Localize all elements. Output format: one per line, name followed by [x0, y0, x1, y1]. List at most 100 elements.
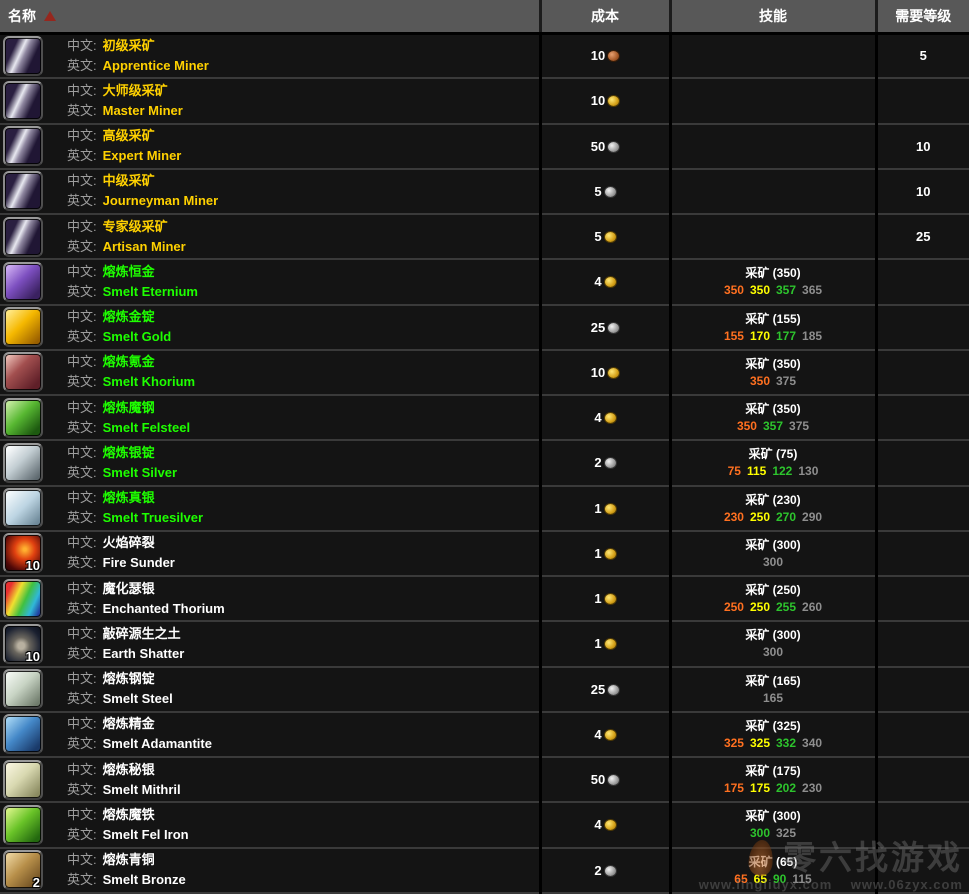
spell-name-en[interactable]: Earth Shatter	[103, 646, 185, 661]
spell-name-cn[interactable]: 高级采矿	[103, 128, 155, 143]
spell-name-cn[interactable]: 熔炼青铜	[103, 852, 155, 867]
cost-amount: 1	[594, 636, 601, 651]
mining-pickaxe-icon[interactable]	[3, 36, 43, 76]
mining-pickaxe-icon[interactable]	[3, 171, 43, 211]
column-header-required-level[interactable]: 需要等级	[876, 0, 969, 33]
en-label: 英文:	[67, 601, 97, 616]
skill-requirement: 采矿 (300)	[672, 627, 875, 643]
cost-cell: 10	[540, 33, 670, 78]
earth-shatter-icon[interactable]: 10	[3, 624, 43, 664]
spell-name-en[interactable]: Smelt Gold	[103, 329, 172, 344]
eternium-bar-icon[interactable]	[3, 262, 43, 302]
skill-up-values: 300325	[672, 825, 875, 841]
steel-bar-icon[interactable]	[3, 669, 43, 709]
mithril-bar-icon[interactable]	[3, 760, 43, 800]
skill-up-values: 165	[672, 690, 875, 706]
spell-name-en[interactable]: Enchanted Thorium	[103, 601, 225, 616]
spell-name-en[interactable]: Fire Sunder	[103, 555, 175, 570]
name-line-en: 英文: Enchanted Thorium	[67, 599, 225, 619]
spell-name-cn[interactable]: 中级采矿	[103, 173, 155, 188]
en-label: 英文:	[67, 736, 97, 751]
skill-value: 375	[776, 374, 796, 388]
skill-requirement: 采矿 (325)	[672, 718, 875, 734]
skill-up-values: 300	[672, 554, 875, 570]
name-line-cn: 中文:熔炼魔铁	[67, 805, 189, 825]
fel-iron-bar-icon[interactable]	[3, 805, 43, 845]
silver-bar-icon[interactable]	[3, 443, 43, 483]
skill-value: 260	[802, 600, 822, 614]
spell-name-en[interactable]: Smelt Steel	[103, 691, 173, 706]
khorium-bar-icon[interactable]	[3, 352, 43, 392]
icon-stack-badge: 10	[26, 650, 40, 664]
spell-name-cn[interactable]: 熔炼恒金	[103, 264, 155, 279]
spell-name-cn[interactable]: 敲碎源生之土	[103, 626, 181, 641]
bronze-bar-icon[interactable]: 2	[3, 850, 43, 890]
spell-name-en[interactable]: Smelt Felsteel	[103, 420, 190, 435]
mining-pickaxe-icon[interactable]	[3, 217, 43, 257]
spell-name-en[interactable]: Smelt Truesilver	[103, 510, 203, 525]
skill-value: 90	[773, 872, 786, 886]
skill-up-values: 350357375	[672, 418, 875, 434]
spell-name-en[interactable]: Smelt Mithril	[103, 782, 181, 797]
spell-name-en[interactable]: Smelt Eternium	[103, 284, 198, 299]
gold-bar-icon[interactable]	[3, 307, 43, 347]
spell-name-en[interactable]: Smelt Bronze	[103, 872, 186, 887]
felsteel-bar-icon[interactable]	[3, 398, 43, 438]
mining-pickaxe-icon[interactable]	[3, 126, 43, 166]
skill-value: 130	[798, 464, 818, 478]
spell-name-en[interactable]: Expert Miner	[103, 148, 182, 163]
silver-coin-icon	[605, 187, 616, 197]
table-row: 中文:熔炼真银 英文:Smelt Truesilver 1 采矿 (230) 2…	[0, 486, 969, 531]
skill-cell	[670, 169, 876, 214]
spell-name-cn[interactable]: 熔炼真银	[103, 490, 155, 505]
spell-name-cn[interactable]: 大师级采矿	[103, 83, 168, 98]
spell-name-cn[interactable]: 初级采矿	[103, 38, 155, 53]
skill-up-values: 325325332340	[672, 735, 875, 751]
skill-up-values: 656590115	[672, 871, 875, 887]
required-level	[876, 757, 969, 802]
gold-coin-icon	[605, 504, 616, 514]
spell-name-en[interactable]: Artisan Miner	[103, 239, 186, 254]
skill-value: 250	[750, 600, 770, 614]
copper-coin-icon	[608, 51, 619, 61]
truesilver-bar-icon[interactable]	[3, 488, 43, 528]
silver-coin-icon	[608, 142, 619, 152]
skill-cell	[670, 124, 876, 169]
cn-label: 中文:	[67, 264, 97, 279]
skill-cell: 采矿 (300) 300325	[670, 802, 876, 847]
enchanted-thorium-icon[interactable]	[3, 579, 43, 619]
en-label: 英文:	[67, 646, 97, 661]
spell-name-en[interactable]: Master Miner	[103, 103, 183, 118]
required-level	[876, 486, 969, 531]
spell-name-cn[interactable]: 专家级采矿	[103, 219, 168, 234]
icon-stack-badge: 10	[26, 559, 40, 573]
column-header-skill[interactable]: 技能	[670, 0, 876, 33]
spell-name-cn[interactable]: 熔炼秘银	[103, 762, 155, 777]
fire-sunder-icon[interactable]: 10	[3, 533, 43, 573]
spell-name-cn[interactable]: 火焰碎裂	[103, 535, 155, 550]
spell-name-cn[interactable]: 熔炼魔钢	[103, 400, 155, 415]
spell-name-cell: 中文:熔炼钢锭 英文:Smelt Steel	[0, 669, 539, 709]
spell-name-cn[interactable]: 熔炼魔铁	[103, 807, 155, 822]
name-line-cn: 中文:初级采矿	[67, 36, 209, 56]
name-line-cn: 中文:熔炼青铜	[67, 850, 186, 870]
spell-name-en[interactable]: Smelt Silver	[103, 465, 177, 480]
spell-name-en[interactable]: Smelt Khorium	[103, 374, 195, 389]
spell-name-en[interactable]: Journeyman Miner	[103, 193, 219, 208]
column-header-cost[interactable]: 成本	[540, 0, 670, 33]
skill-cell: 采矿 (300) 300	[670, 621, 876, 666]
spell-name-en[interactable]: Smelt Adamantite	[103, 736, 212, 751]
spell-name-cn[interactable]: 熔炼银锭	[103, 445, 155, 460]
spell-name-en[interactable]: Smelt Fel Iron	[103, 827, 189, 842]
spell-name-cn[interactable]: 熔炼氪金	[103, 354, 155, 369]
spell-name-en[interactable]: Apprentice Miner	[103, 58, 209, 73]
mining-pickaxe-icon[interactable]	[3, 81, 43, 121]
en-label: 英文:	[67, 782, 97, 797]
spell-name-cn[interactable]: 熔炼精金	[103, 716, 155, 731]
spell-name-cn[interactable]: 熔炼钢锭	[103, 671, 155, 686]
adamantite-bar-icon[interactable]	[3, 714, 43, 754]
column-header-name[interactable]: 名称	[0, 0, 540, 33]
spell-name-cn[interactable]: 魔化瑟银	[103, 581, 155, 596]
spell-name-cn[interactable]: 熔炼金锭	[103, 309, 155, 324]
cn-label: 中文:	[67, 309, 97, 324]
